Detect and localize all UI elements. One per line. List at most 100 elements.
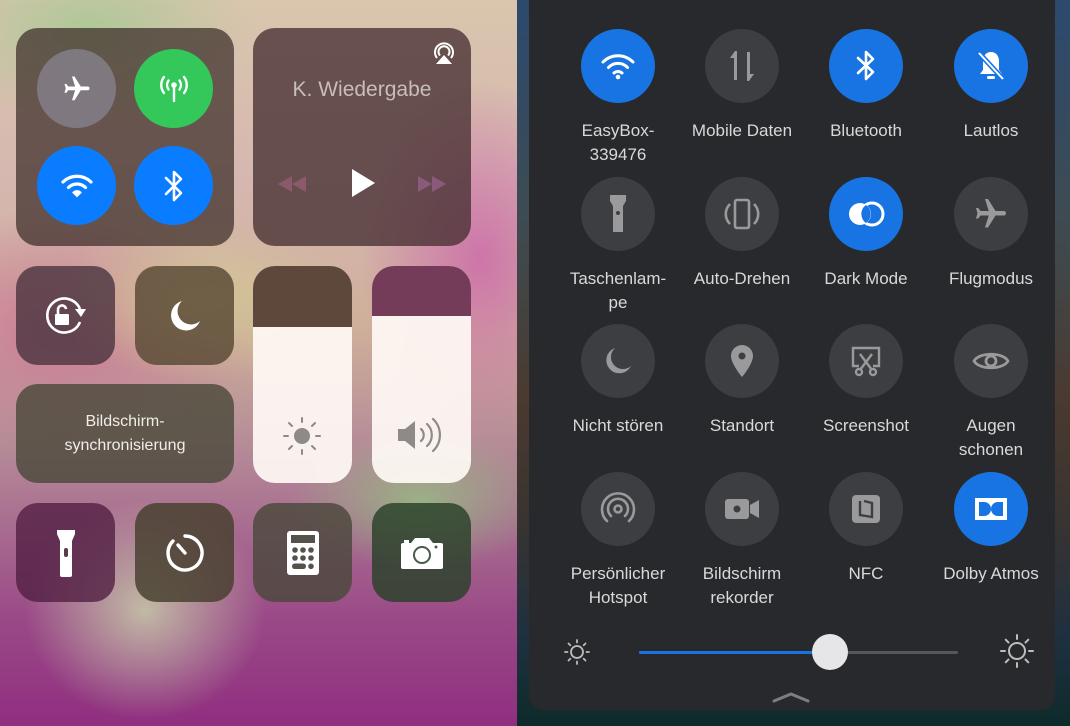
- chevron-up-icon[interactable]: [771, 690, 811, 704]
- fast-forward-icon[interactable]: [417, 175, 447, 193]
- qs-tile-toggle[interactable]: [581, 324, 655, 398]
- qs-tile-toggle[interactable]: [829, 29, 903, 103]
- qs-tile-location-pin[interactable]: Standort: [680, 324, 804, 438]
- qs-tile-label: Screenshot: [823, 416, 909, 435]
- cellular-antenna-icon: [159, 75, 188, 102]
- qs-tile-label: Dark Mode: [824, 269, 908, 288]
- airplane-icon: [64, 76, 89, 100]
- dark-mode-icon: [849, 201, 885, 227]
- qs-tile-label: Dolby Atmos: [943, 564, 1039, 583]
- eye-icon: [972, 352, 1010, 370]
- qs-tile-moon[interactable]: Nicht stören: [556, 324, 680, 438]
- cellular-toggle[interactable]: [134, 49, 213, 128]
- play-icon[interactable]: [350, 168, 376, 198]
- bluetooth-icon: [856, 50, 875, 81]
- timer-button[interactable]: [135, 503, 234, 602]
- bell-off-icon: [977, 51, 1005, 81]
- camera-button[interactable]: [372, 503, 471, 602]
- qs-tile-label: Taschenlam- pe: [569, 269, 667, 312]
- qs-tile-label: Bluetooth: [830, 121, 902, 140]
- qs-tile-label: Persönlicher Hotspot: [570, 564, 666, 607]
- android-quick-settings: EasyBox- 339476 Mobile Daten Bluetooth Laut…: [517, 0, 1070, 726]
- bluetooth-icon: [164, 170, 182, 201]
- qs-tile-toggle[interactable]: [829, 324, 903, 398]
- volume-slider-empty: [372, 266, 471, 316]
- ios-control-center: K. Wiedergabe Bildschirm- synchronisieru…: [0, 0, 517, 726]
- qs-tile-toggle[interactable]: [829, 177, 903, 251]
- volume-slider[interactable]: [372, 266, 471, 483]
- wifi-toggle[interactable]: [37, 146, 116, 225]
- qs-tile-toggle[interactable]: [829, 472, 903, 546]
- timer-icon: [165, 533, 204, 572]
- now-playing-module: K. Wiedergabe: [253, 28, 471, 246]
- qs-tile-toggle[interactable]: [705, 29, 779, 103]
- airplane-icon: [976, 199, 1006, 228]
- airplay-icon[interactable]: [431, 40, 457, 66]
- camera-icon: [400, 537, 443, 569]
- qs-tile-toggle[interactable]: [581, 472, 655, 546]
- hotspot-icon: [600, 492, 636, 523]
- qs-tile-label: Nicht stören: [572, 416, 664, 435]
- qs-tile-screenshot[interactable]: Screenshot: [804, 324, 928, 438]
- screenshot-icon: [851, 346, 881, 377]
- qs-tile-toggle[interactable]: [954, 29, 1028, 103]
- calculator-button[interactable]: [253, 503, 352, 602]
- qs-tile-label: NFC: [848, 564, 884, 583]
- nfc-icon: [852, 495, 880, 523]
- qs-tile-toggle[interactable]: [581, 177, 655, 251]
- qs-tile-dolby[interactable]: Dolby Atmos: [929, 472, 1053, 586]
- qs-tile-toggle[interactable]: [705, 472, 779, 546]
- screen-mirroring-label-2: synchronisierung: [64, 437, 186, 454]
- qs-tile-label: Standort: [709, 416, 775, 435]
- mobile-data-icon: [730, 51, 754, 81]
- connectivity-module: [16, 28, 234, 246]
- sun-large-icon: [1000, 634, 1034, 668]
- quick-settings-panel: EasyBox- 339476 Mobile Daten Bluetooth Laut…: [529, 0, 1055, 710]
- qs-tile-toggle[interactable]: [954, 177, 1028, 251]
- qs-tile-toggle[interactable]: [705, 324, 779, 398]
- screen-mirroring-button[interactable]: Bildschirm- synchronisierung: [16, 384, 234, 483]
- qs-tile-nfc[interactable]: NFC: [804, 472, 928, 586]
- qs-tile-screen-recorder[interactable]: Bildschirm rekorder: [680, 472, 804, 610]
- calculator-icon: [286, 530, 319, 575]
- location-pin-icon: [731, 345, 753, 377]
- brightness-track-fill: [639, 651, 831, 654]
- screen-mirroring-label-1: Bildschirm-: [85, 413, 165, 430]
- qs-tile-toggle[interactable]: [954, 472, 1028, 546]
- brightness-slider-empty: [253, 266, 352, 327]
- qs-tile-flashlight[interactable]: Taschenlam- pe: [556, 177, 680, 315]
- do-not-disturb-toggle[interactable]: [135, 266, 234, 365]
- qs-tile-label: Bildschirm rekorder: [702, 564, 782, 607]
- orientation-lock-toggle[interactable]: [16, 266, 115, 365]
- qs-tile-bell-off[interactable]: Lautlos: [929, 29, 1053, 143]
- bluetooth-toggle[interactable]: [134, 146, 213, 225]
- speaker-icon: [398, 417, 441, 453]
- brightness-slider[interactable]: [253, 266, 352, 483]
- qs-tile-airplane[interactable]: Flugmodus: [929, 177, 1053, 291]
- qs-tile-hotspot[interactable]: Persönlicher Hotspot: [556, 472, 680, 610]
- qs-tile-wifi[interactable]: EasyBox- 339476: [556, 29, 680, 167]
- moon-icon: [606, 348, 631, 374]
- auto-rotate-icon: [724, 198, 760, 230]
- brightness-thumb[interactable]: [812, 634, 849, 670]
- flashlight-button[interactable]: [16, 503, 115, 602]
- dolby-icon: [975, 498, 1007, 520]
- rotation-lock-icon: [45, 296, 86, 334]
- qs-tile-label: EasyBox- 339476: [581, 121, 655, 164]
- qs-tile-auto-rotate[interactable]: Auto-Drehen: [680, 177, 804, 291]
- qs-tile-label: Lautlos: [963, 121, 1019, 140]
- qs-tile-toggle[interactable]: [581, 29, 655, 103]
- qs-tile-eye[interactable]: Augen schonen: [929, 324, 1053, 462]
- qs-tile-mobile-data[interactable]: Mobile Daten: [680, 29, 804, 143]
- airplane-mode-toggle[interactable]: [37, 49, 116, 128]
- wifi-icon: [60, 174, 93, 197]
- qs-tile-toggle[interactable]: [705, 177, 779, 251]
- sun-small-icon: [564, 639, 590, 665]
- rewind-icon[interactable]: [277, 175, 307, 193]
- flashlight-icon: [610, 195, 626, 232]
- now-playing-title: K. Wiedergabe: [292, 78, 432, 101]
- qs-tile-toggle[interactable]: [954, 324, 1028, 398]
- qs-tile-dark-mode[interactable]: Dark Mode: [804, 177, 928, 291]
- screen-recorder-icon: [725, 499, 759, 519]
- qs-tile-bluetooth[interactable]: Bluetooth: [804, 29, 928, 143]
